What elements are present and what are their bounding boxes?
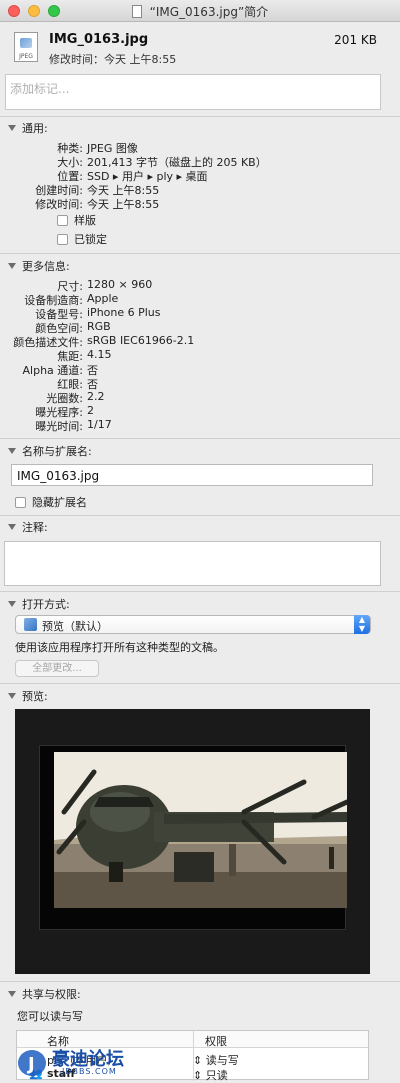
- disclosure-triangle-icon: [8, 601, 16, 607]
- more-info-value: iPhone 6 Plus: [87, 306, 161, 319]
- col-privilege[interactable]: 权限: [205, 1033, 227, 1049]
- file-size: 201 KB: [334, 33, 377, 47]
- general-heading: 通用:: [22, 122, 48, 135]
- permission-summary: 您可以读与写: [17, 1010, 83, 1023]
- disclosure-triangle-icon: [8, 448, 16, 454]
- name-ext-heading: 名称与扩展名:: [22, 445, 92, 458]
- change-all-button[interactable]: 全部更改...: [15, 660, 99, 677]
- more-info-value: 4.15: [87, 348, 112, 361]
- forum-watermark-logo: J 豪迪论坛 JDBBS.COM: [10, 1043, 150, 1080]
- divider: [0, 515, 400, 516]
- general-section-toggle[interactable]: 通用:: [8, 120, 48, 136]
- more-info-row: 设备型号: iPhone 6 Plus: [0, 306, 400, 321]
- divider: [0, 116, 400, 117]
- general-row: 大小: 201,413 字节（磁盘上的 205 KB）: [0, 154, 400, 169]
- tags-placeholder: 添加标记...: [10, 82, 70, 96]
- open-with-popup[interactable]: 预览（默认） ▲ ▼: [15, 615, 371, 634]
- more-info-row: 曝光时间: 1/17: [0, 418, 400, 433]
- divider: [0, 438, 400, 439]
- privilege-popup[interactable]: ⇕ 读与写: [193, 1052, 239, 1068]
- svg-text:J: J: [26, 1054, 35, 1075]
- sharing-heading: 共享与权限:: [22, 988, 81, 1001]
- stepper-arrows-icon: ⇕: [193, 1069, 203, 1082]
- locked-label: 已锁定: [74, 233, 107, 246]
- icon-caption: JPEG: [19, 53, 33, 60]
- preview-section-toggle[interactable]: 预览:: [8, 688, 48, 704]
- file-name-field[interactable]: IMG_0163.jpg: [11, 464, 373, 486]
- sharing-section-toggle[interactable]: 共享与权限:: [8, 986, 81, 1002]
- hide-extension-checkbox[interactable]: 隐藏扩展名: [15, 494, 87, 510]
- tags-input[interactable]: 添加标记...: [5, 74, 381, 110]
- more-info-row: 红眼: 否: [0, 376, 400, 391]
- more-info-row: 颜色空间: RGB: [0, 320, 400, 335]
- more-info-row: Alpha 通道: 否: [0, 362, 400, 377]
- general-row: 修改时间: 今天 上午8:55: [0, 196, 400, 211]
- more-info-key: 曝光时间:: [35, 420, 83, 433]
- general-row: 位置: SSD ▸ 用户 ▸ ply ▸ 桌面: [0, 168, 400, 183]
- general-value: 今天 上午8:55: [87, 198, 160, 211]
- comments-heading: 注释:: [22, 521, 48, 534]
- comments-section-toggle[interactable]: 注释:: [8, 519, 48, 535]
- more-info-row: 焦距: 4.15: [0, 348, 400, 363]
- preview-app-icon: [24, 618, 37, 631]
- disclosure-triangle-icon: [8, 693, 16, 699]
- stationery-label: 样版: [74, 214, 96, 227]
- more-info-value: 2.2: [87, 390, 105, 403]
- divider: [0, 981, 400, 982]
- popup-arrows-icon: ▲ ▼: [354, 615, 370, 634]
- more-info-section-toggle[interactable]: 更多信息:: [8, 258, 70, 274]
- locked-checkbox[interactable]: 已锁定: [57, 231, 107, 247]
- aircraft-photo: [54, 752, 347, 908]
- comments-field[interactable]: [4, 541, 381, 586]
- more-info-heading: 更多信息:: [22, 260, 70, 273]
- more-info-value: 1/17: [87, 418, 112, 431]
- divider: [0, 253, 400, 254]
- preview-image: [54, 752, 347, 908]
- checkbox-box: [57, 215, 68, 226]
- document-icon: [131, 5, 142, 18]
- more-info-value: sRGB IEC61966-2.1: [87, 334, 195, 347]
- more-info-row: 颜色描述文件: sRGB IEC61966-2.1: [0, 334, 400, 349]
- title-bar: “IMG_0163.jpg”简介: [0, 0, 400, 22]
- general-row: 种类: JPEG 图像: [0, 140, 400, 155]
- name-ext-section-toggle[interactable]: 名称与扩展名:: [8, 443, 92, 459]
- file-name-value: IMG_0163.jpg: [17, 469, 100, 483]
- disclosure-triangle-icon: [8, 125, 16, 131]
- disclosure-triangle-icon: [8, 524, 16, 530]
- checkbox-box: [57, 234, 68, 245]
- privilege-value: 只读: [205, 1069, 228, 1082]
- modified-time: 修改时间：今天 上午8:55: [49, 53, 177, 66]
- stepper-arrows-icon: ⇕: [193, 1054, 203, 1067]
- jpeg-file-icon: JPEG: [14, 32, 38, 62]
- more-info-row: 设备制造商: Apple: [0, 292, 400, 307]
- privilege-value: 读与写: [205, 1054, 239, 1067]
- window-title: “IMG_0163.jpg”简介: [149, 5, 269, 19]
- disclosure-triangle-icon: [8, 263, 16, 269]
- more-info-row: 曝光程序: 2: [0, 404, 400, 419]
- more-info-value: Apple: [87, 292, 119, 305]
- open-with-hint: 使用该应用程序打开所有这种类型的文稿。: [15, 641, 224, 654]
- more-info-value: 2: [87, 404, 94, 417]
- watermark-sub: JDBBS.COM: [62, 1067, 117, 1076]
- general-key: 修改时间:: [35, 198, 83, 211]
- divider: [0, 683, 400, 684]
- open-with-heading: 打开方式:: [22, 598, 70, 611]
- divider: [0, 591, 400, 592]
- stationery-checkbox[interactable]: 样版: [57, 212, 96, 228]
- open-with-section-toggle[interactable]: 打开方式:: [8, 596, 70, 612]
- file-name: IMG_0163.jpg: [49, 32, 149, 47]
- hide-extension-label: 隐藏扩展名: [32, 496, 87, 509]
- privilege-popup[interactable]: ⇕ 只读: [193, 1067, 228, 1083]
- more-info-row: 光圈数: 2.2: [0, 390, 400, 405]
- preview-heading: 预览:: [22, 690, 48, 703]
- window-title-wrap: “IMG_0163.jpg”简介: [0, 3, 400, 20]
- checkbox-box: [15, 497, 26, 508]
- more-info-value: 1280 × 960: [87, 278, 153, 291]
- disclosure-triangle-icon: [8, 991, 16, 997]
- more-info-row: 尺寸: 1280 × 960: [0, 278, 400, 293]
- more-info-value: RGB: [87, 320, 111, 333]
- general-row: 创建时间: 今天 上午8:55: [0, 182, 400, 197]
- selected-app: 预览（默认）: [42, 620, 108, 633]
